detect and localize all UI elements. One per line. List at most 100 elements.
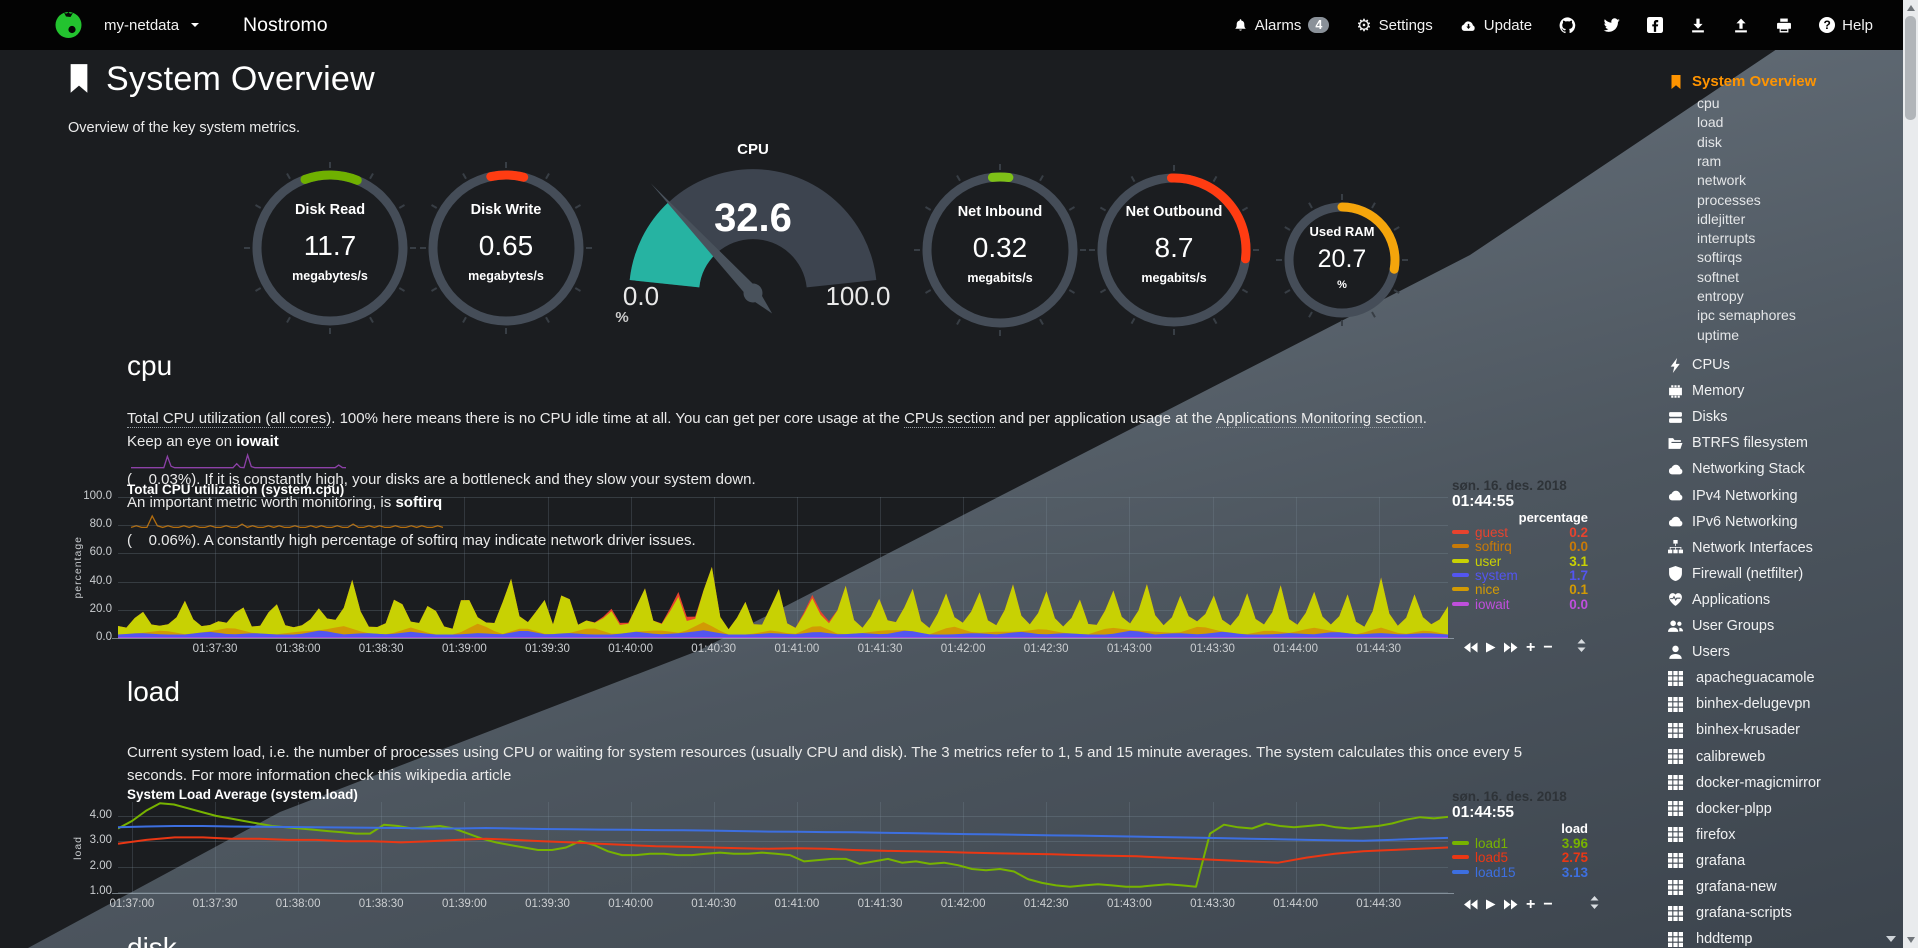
chart-load-resize-handle[interactable] bbox=[1589, 896, 1600, 909]
pan-forward-button[interactable] bbox=[1504, 899, 1518, 910]
legend-cpu-user[interactable]: user 3.1 bbox=[1452, 554, 1588, 568]
sidebar-item-apacheguacamole[interactable]: apacheguacamole bbox=[1668, 670, 1815, 686]
sidebar-item-cpus[interactable]: CPUs bbox=[1668, 357, 1730, 373]
zoom-out-button[interactable]: − bbox=[1543, 642, 1552, 653]
hostname-brand[interactable]: Nostromo bbox=[243, 14, 328, 37]
bookmark-icon bbox=[66, 64, 92, 94]
sidebar-item-uptime[interactable]: uptime bbox=[1697, 327, 1739, 343]
sidebar-item-calibreweb[interactable]: calibreweb bbox=[1668, 749, 1765, 765]
netdata-logo-icon[interactable] bbox=[54, 10, 83, 39]
legend-dash-icon bbox=[1452, 530, 1469, 534]
twitter-icon[interactable] bbox=[1603, 18, 1620, 33]
pan-backward-button[interactable] bbox=[1464, 642, 1478, 653]
sidebar-item-load[interactable]: load bbox=[1697, 114, 1723, 130]
legend-cpu-guest[interactable]: guest 0.2 bbox=[1452, 525, 1588, 539]
zoom-out-button[interactable]: − bbox=[1543, 899, 1552, 910]
upload-icon[interactable] bbox=[1733, 18, 1749, 33]
gauge-units: megabits/s bbox=[1087, 271, 1261, 285]
grid-icon bbox=[1668, 932, 1683, 947]
sidebar-item-btrfs-filesystem[interactable]: BTRFS filesystem bbox=[1668, 435, 1808, 451]
play-button[interactable] bbox=[1486, 899, 1496, 910]
cpu-gauge-value: 32.6 bbox=[663, 196, 843, 241]
legend-name: nice bbox=[1475, 582, 1500, 597]
sidebar-item-label: System Overview bbox=[1692, 73, 1816, 90]
sidebar-item-ipv4-networking[interactable]: IPv4 Networking bbox=[1668, 488, 1798, 504]
sidebar-item-disks[interactable]: Disks bbox=[1668, 409, 1727, 425]
sidebar-item-ram[interactable]: ram bbox=[1697, 153, 1721, 169]
sidebar-item-binhex-krusader[interactable]: binhex-krusader bbox=[1668, 722, 1800, 738]
sidebar-item-firewall-netfilter-[interactable]: Firewall (netfilter) bbox=[1668, 566, 1803, 582]
sidebar-item-softnet[interactable]: softnet bbox=[1697, 269, 1739, 285]
play-button[interactable] bbox=[1486, 642, 1496, 653]
pan-backward-button[interactable] bbox=[1464, 899, 1478, 910]
sidebar-item-interrupts[interactable]: interrupts bbox=[1697, 230, 1755, 246]
facebook-icon[interactable] bbox=[1647, 17, 1663, 33]
bolt-icon bbox=[1668, 358, 1683, 373]
legend-load-load5[interactable]: load5 2.75 bbox=[1452, 850, 1588, 864]
sidebar-item-firefox[interactable]: firefox bbox=[1668, 827, 1736, 843]
sidebar-item-grafana-scripts[interactable]: grafana-scripts bbox=[1668, 905, 1792, 921]
page-scrollbar[interactable] bbox=[1903, 0, 1918, 948]
gauge-net-inbound[interactable]: Net Inbound0.32megabits/s bbox=[912, 162, 1088, 338]
download-icon[interactable] bbox=[1690, 18, 1706, 33]
sidebar-item-user-groups[interactable]: User Groups bbox=[1668, 618, 1774, 634]
sidebar-item-docker-magicmirror[interactable]: docker-magicmirror bbox=[1668, 775, 1821, 791]
print-icon[interactable] bbox=[1776, 18, 1792, 33]
settings-button[interactable]: ⚙ Settings bbox=[1356, 17, 1432, 34]
cpu-gauge-min: 0.0 bbox=[581, 281, 701, 312]
update-button[interactable]: Update bbox=[1460, 17, 1532, 34]
section-heading-disk: disk bbox=[127, 932, 177, 948]
sidebar-item-cpu[interactable]: cpu bbox=[1697, 95, 1720, 111]
sidebar-item-ipc-semaphores[interactable]: ipc semaphores bbox=[1697, 307, 1796, 323]
sidebar-item-softirqs[interactable]: softirqs bbox=[1697, 249, 1742, 265]
zoom-in-button[interactable]: + bbox=[1526, 642, 1535, 653]
alarms-button[interactable]: Alarms 4 bbox=[1233, 17, 1330, 34]
legend-cpu-softirq[interactable]: softirq 0.0 bbox=[1452, 539, 1588, 553]
gauge-disk-read[interactable]: Disk Read11.7megabytes/s bbox=[242, 160, 418, 336]
pan-forward-button[interactable] bbox=[1504, 642, 1518, 653]
sidebar-item-label: BTRFS filesystem bbox=[1692, 435, 1808, 451]
sidebar-item-hddtemp[interactable]: hddtemp bbox=[1668, 931, 1752, 947]
zoom-in-button[interactable]: + bbox=[1526, 899, 1535, 910]
legend-dash-icon bbox=[1452, 544, 1469, 548]
x-tick-label: 01:44:30 bbox=[1347, 898, 1411, 910]
gauge-net-outbound[interactable]: Net Outbound8.7megabits/s bbox=[1087, 163, 1261, 337]
sidebar-item-processes[interactable]: processes bbox=[1697, 192, 1761, 208]
sidebar-item-ipv6-networking[interactable]: IPv6 Networking bbox=[1668, 514, 1798, 530]
gauge-disk-write[interactable]: Disk Write0.65megabytes/s bbox=[418, 160, 594, 336]
sidebar-item-networking-stack[interactable]: Networking Stack bbox=[1668, 461, 1805, 477]
sidebar-item-applications[interactable]: Applications bbox=[1668, 592, 1770, 608]
folder-icon bbox=[1668, 436, 1683, 451]
legend-name: softirq bbox=[1475, 539, 1512, 554]
sidebar-item-network-interfaces[interactable]: Network Interfaces bbox=[1668, 540, 1813, 556]
legend-cpu-nice[interactable]: nice 0.1 bbox=[1452, 582, 1588, 596]
sidebar-item-disk[interactable]: disk bbox=[1697, 134, 1722, 150]
scrollbar-down-arrow[interactable] bbox=[1907, 937, 1915, 943]
scrollbar-up-arrow[interactable] bbox=[1907, 5, 1915, 11]
grid-icon bbox=[1668, 853, 1683, 868]
legend-cpu-system[interactable]: system 1.7 bbox=[1452, 568, 1588, 582]
y-tick-label: 4.00 bbox=[68, 809, 112, 821]
legend-cpu-iowait[interactable]: iowait 0.0 bbox=[1452, 597, 1588, 611]
sidebar-item-grafana[interactable]: grafana bbox=[1668, 853, 1745, 869]
sidebar-item-docker-plpp[interactable]: docker-plpp bbox=[1668, 801, 1772, 817]
help-button[interactable]: ? Help bbox=[1819, 17, 1873, 34]
sidebar-item-network[interactable]: network bbox=[1697, 172, 1746, 188]
my-netdata-menu[interactable]: my-netdata bbox=[104, 17, 199, 34]
scrollbar-thumb[interactable] bbox=[1905, 16, 1916, 120]
chart-load-canvas[interactable] bbox=[118, 802, 1448, 893]
sidebar-item-system-overview[interactable]: System Overview bbox=[1669, 73, 1816, 90]
cloud-icon bbox=[1668, 488, 1683, 503]
github-icon[interactable] bbox=[1559, 17, 1576, 34]
legend-load-load15[interactable]: load15 3.13 bbox=[1452, 865, 1588, 879]
gauge-used-ram[interactable]: Used RAM20.7% bbox=[1274, 192, 1410, 328]
sidebar-item-entropy[interactable]: entropy bbox=[1697, 288, 1744, 304]
chart-cpu-resize-handle[interactable] bbox=[1576, 639, 1587, 652]
sidebar-item-idlejitter[interactable]: idlejitter bbox=[1697, 211, 1745, 227]
sidebar-item-binhex-delugevpn[interactable]: binhex-delugevpn bbox=[1668, 696, 1810, 712]
chart-cpu-canvas[interactable] bbox=[118, 497, 1448, 638]
legend-load-load1[interactable]: load1 3.96 bbox=[1452, 836, 1588, 850]
sidebar-item-memory[interactable]: Memory bbox=[1668, 383, 1744, 399]
sidebar-item-users[interactable]: Users bbox=[1668, 644, 1730, 660]
sidebar-item-grafana-new[interactable]: grafana-new bbox=[1668, 879, 1777, 895]
